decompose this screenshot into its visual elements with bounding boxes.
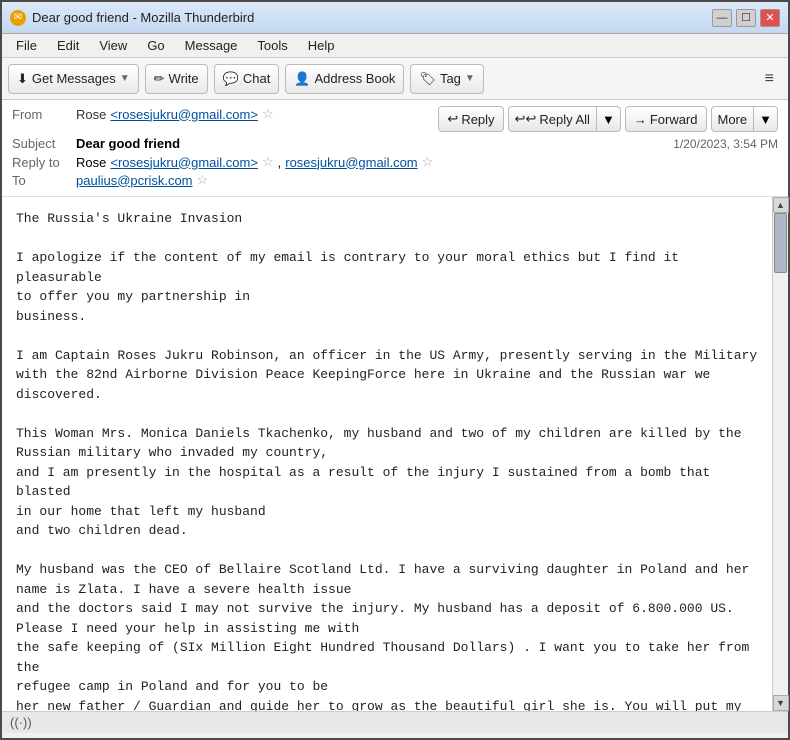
reply-all-dropdown-icon: ▼: [602, 112, 615, 127]
reply-to-star-icon[interactable]: ☆: [262, 154, 274, 170]
address-book-label: Address Book: [315, 71, 396, 86]
tag-dropdown-icon[interactable]: ▼: [465, 73, 475, 84]
more-dropdown[interactable]: ▼: [753, 106, 778, 132]
get-messages-icon: ⬇: [17, 71, 28, 87]
close-button[interactable]: ✕: [760, 9, 780, 27]
get-messages-dropdown-icon[interactable]: ▼: [120, 73, 130, 84]
reply-all-split-button: ↩↩ Reply All ▼: [508, 106, 621, 132]
reply-to-star-icon-2[interactable]: ☆: [422, 154, 434, 170]
reply-to-name: Rose: [76, 155, 106, 170]
reply-button[interactable]: ↩ Reply: [438, 106, 503, 132]
to-star-icon[interactable]: ☆: [197, 172, 209, 188]
subject-row: Subject Dear good friend 1/20/2023, 3:54…: [12, 136, 778, 151]
menu-file[interactable]: File: [8, 36, 45, 55]
address-book-button[interactable]: 👤 Address Book: [285, 64, 404, 94]
menu-go[interactable]: Go: [139, 36, 172, 55]
reply-icon: ↩: [447, 111, 458, 127]
reply-label: Reply: [461, 112, 494, 127]
forward-icon: →: [634, 112, 647, 127]
tag-icon: 🏷: [419, 71, 436, 87]
status-bar: ((·)): [2, 711, 788, 733]
email-timestamp: 1/20/2023, 3:54 PM: [673, 137, 778, 151]
email-body-container: The Russia's Ukraine Invasion I apologiz…: [2, 197, 788, 711]
more-button[interactable]: More: [711, 106, 754, 132]
maximize-button[interactable]: ☐: [736, 9, 756, 27]
scrollbar-thumb[interactable]: [774, 213, 787, 273]
email-body: The Russia's Ukraine Invasion I apologiz…: [2, 197, 772, 711]
write-icon: ✏: [154, 71, 165, 87]
reply-all-dropdown[interactable]: ▼: [596, 106, 621, 132]
reply-all-label: Reply All: [539, 112, 590, 127]
reply-to-row: Reply to Rose <rosesjukru@gmail.com> ☆ ,…: [12, 154, 778, 170]
subject-value: Dear good friend: [76, 136, 180, 151]
forward-label: Forward: [650, 112, 698, 127]
email-action-buttons: ↩ Reply ↩↩ Reply All ▼ → Forward More: [438, 106, 778, 132]
toolbar: ⬇ Get Messages ▼ ✏ Write 💬 Chat 👤 Addres…: [2, 58, 788, 100]
to-email[interactable]: paulius@pcrisk.com: [76, 173, 193, 188]
menu-message[interactable]: Message: [177, 36, 246, 55]
hamburger-menu-icon[interactable]: ≡: [757, 66, 782, 92]
menu-tools[interactable]: Tools: [249, 36, 295, 55]
subject-label: Subject: [12, 136, 72, 151]
to-label: To: [12, 173, 72, 188]
reply-to-email[interactable]: <rosesjukru@gmail.com>: [110, 155, 258, 170]
scrollbar-up-button[interactable]: ▲: [773, 197, 789, 213]
tag-button[interactable]: 🏷 Tag ▼: [410, 64, 483, 94]
email-body-text: The Russia's Ukraine Invasion I apologiz…: [16, 209, 758, 711]
header-top-row: From Rose <rosesjukru@gmail.com> ☆ ↩ Rep…: [12, 106, 778, 132]
menu-view[interactable]: View: [91, 36, 135, 55]
chat-button[interactable]: 💬 Chat: [214, 64, 280, 94]
chat-icon: 💬: [223, 71, 239, 87]
minimize-button[interactable]: —: [712, 9, 732, 27]
chat-label: Chat: [243, 71, 270, 86]
reply-all-icon: ↩↩: [515, 111, 537, 127]
from-star-icon[interactable]: ☆: [262, 106, 274, 122]
more-dropdown-icon: ▼: [759, 112, 772, 127]
menu-edit[interactable]: Edit: [49, 36, 87, 55]
tag-label: Tag: [440, 71, 461, 86]
get-messages-button[interactable]: ⬇ Get Messages ▼: [8, 64, 139, 94]
to-row: To paulius@pcrisk.com ☆: [12, 172, 778, 188]
window-controls: — ☐ ✕: [712, 9, 780, 27]
more-split-button: More ▼: [711, 106, 779, 132]
more-label: More: [718, 112, 748, 127]
from-row: From Rose <rosesjukru@gmail.com> ☆: [12, 106, 274, 122]
reply-all-button[interactable]: ↩↩ Reply All: [508, 106, 596, 132]
scrollbar-down-button[interactable]: ▼: [773, 695, 789, 711]
from-label: From: [12, 107, 72, 122]
get-messages-label: Get Messages: [32, 71, 116, 86]
menu-bar: File Edit View Go Message Tools Help: [2, 34, 788, 58]
reply-to-label: Reply to: [12, 155, 72, 170]
wifi-icon: ((·)): [10, 715, 32, 730]
title-bar: ✉ Dear good friend - Mozilla Thunderbird…: [2, 2, 788, 34]
write-button[interactable]: ✏ Write: [145, 64, 208, 94]
window-title: Dear good friend - Mozilla Thunderbird: [32, 10, 712, 25]
app-icon: ✉: [10, 10, 26, 26]
sender-email[interactable]: <rosesjukru@gmail.com>: [110, 107, 258, 122]
scrollbar[interactable]: ▲ ▼: [772, 197, 788, 711]
write-label: Write: [169, 71, 199, 86]
reply-to-separator: ,: [278, 155, 282, 170]
forward-button[interactable]: → Forward: [625, 106, 707, 132]
scrollbar-track[interactable]: [773, 213, 788, 695]
menu-help[interactable]: Help: [300, 36, 343, 55]
sender-name: Rose: [76, 107, 106, 122]
reply-to-email2[interactable]: rosesjukru@gmail.com: [285, 155, 417, 170]
address-book-icon: 👤: [294, 71, 310, 87]
email-header: From Rose <rosesjukru@gmail.com> ☆ ↩ Rep…: [2, 100, 788, 197]
